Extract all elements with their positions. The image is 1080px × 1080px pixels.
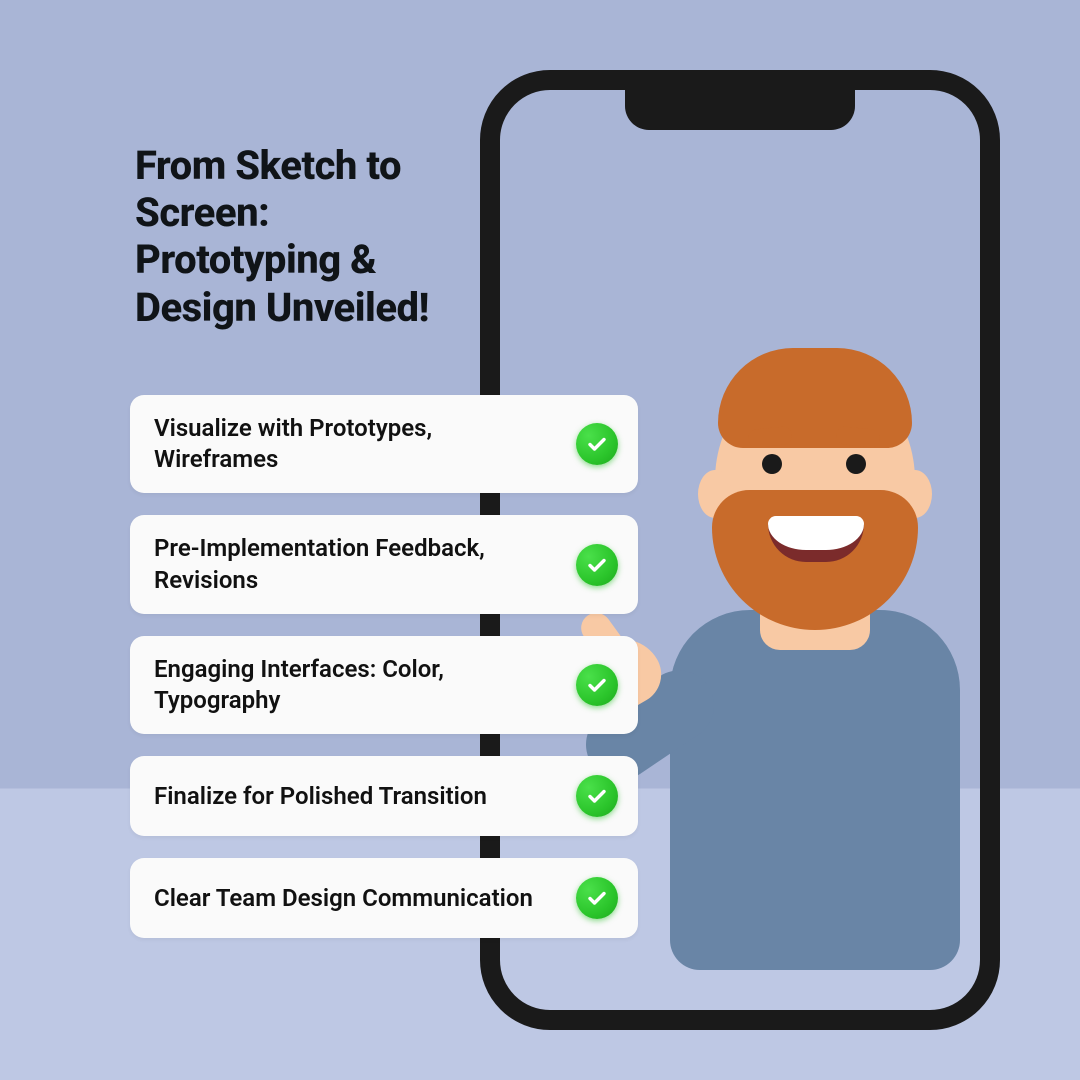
list-item: Finalize for Polished Transition: [130, 756, 638, 836]
list-item-label: Engaging Interfaces: Color, Typography: [154, 654, 576, 716]
list-item-label: Visualize with Prototypes, Wireframes: [154, 413, 576, 475]
list-item-label: Pre-Implementation Feedback, Revisions: [154, 533, 576, 595]
check-circle-icon: [576, 664, 618, 706]
check-circle-icon: [576, 423, 618, 465]
checklist: Visualize with Prototypes, Wireframes Pr…: [130, 395, 638, 938]
character-illustration: [640, 330, 990, 970]
phone-notch: [625, 90, 855, 130]
list-item: Engaging Interfaces: Color, Typography: [130, 636, 638, 734]
check-circle-icon: [576, 544, 618, 586]
list-item-label: Finalize for Polished Transition: [154, 781, 576, 812]
check-circle-icon: [576, 775, 618, 817]
list-item: Clear Team Design Communication: [130, 858, 638, 938]
list-item: Visualize with Prototypes, Wireframes: [130, 395, 638, 493]
check-circle-icon: [576, 877, 618, 919]
list-item-label: Clear Team Design Communication: [154, 883, 576, 914]
headline: From Sketch to Screen: Prototyping & Des…: [135, 142, 475, 331]
list-item: Pre-Implementation Feedback, Revisions: [130, 515, 638, 613]
